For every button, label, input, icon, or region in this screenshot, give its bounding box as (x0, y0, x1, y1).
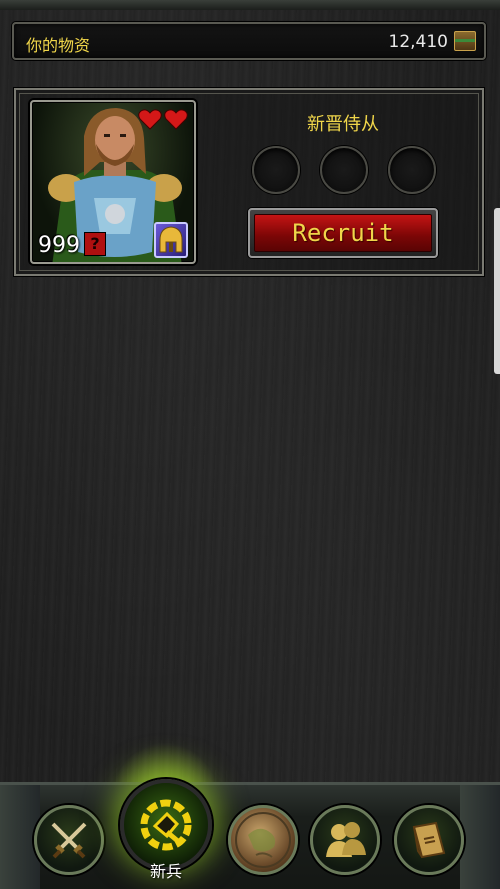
crossed-swords-icon (51, 822, 87, 859)
party-silhouettes-icon (326, 822, 366, 857)
recruit-emblem-icon (140, 799, 192, 851)
resource-title: 你的物资 (26, 36, 91, 55)
nav-party[interactable] (310, 805, 380, 875)
right-ornament (460, 785, 500, 889)
top-border (0, 0, 500, 10)
nav-codex[interactable] (394, 805, 464, 875)
recruit-button-face: Recruit (254, 214, 432, 252)
empty-slot[interactable] (252, 146, 300, 194)
chest-icon (454, 31, 476, 51)
unit-name: 新晋侍从 (307, 114, 379, 135)
recruit-button-label: Recruit (292, 219, 394, 247)
hearts (138, 108, 188, 130)
bottom-nav (0, 779, 500, 889)
nav-map[interactable] (228, 805, 298, 875)
helmet-class-icon[interactable] (154, 222, 188, 258)
unit-card: 999 ? 新晋侍从 Recruit (14, 88, 484, 276)
world-map-icon (235, 812, 291, 868)
unit-level: 999 (38, 233, 80, 258)
heart-icon (138, 109, 162, 130)
book-icon (412, 821, 446, 859)
heart-icon (164, 109, 188, 130)
nav-battle[interactable] (34, 805, 104, 875)
equipment-slots (252, 146, 436, 194)
unit-portrait[interactable]: 999 ? (30, 100, 196, 264)
resource-amount: 12,410 (388, 32, 448, 52)
game-screen: 你的物资 12,410 999 ? 新晋侍从 Recruit 新兵 (0, 0, 500, 889)
empty-slot[interactable] (388, 146, 436, 194)
empty-slot[interactable] (320, 146, 368, 194)
question-mark-icon[interactable]: ? (84, 232, 106, 256)
resource-bar: 你的物资 12,410 (12, 22, 486, 60)
nav-recruit-label: 新兵 (149, 862, 182, 881)
scrollbar[interactable] (494, 208, 500, 374)
helmet-icon (159, 226, 183, 253)
recruit-button[interactable]: Recruit (248, 208, 438, 258)
